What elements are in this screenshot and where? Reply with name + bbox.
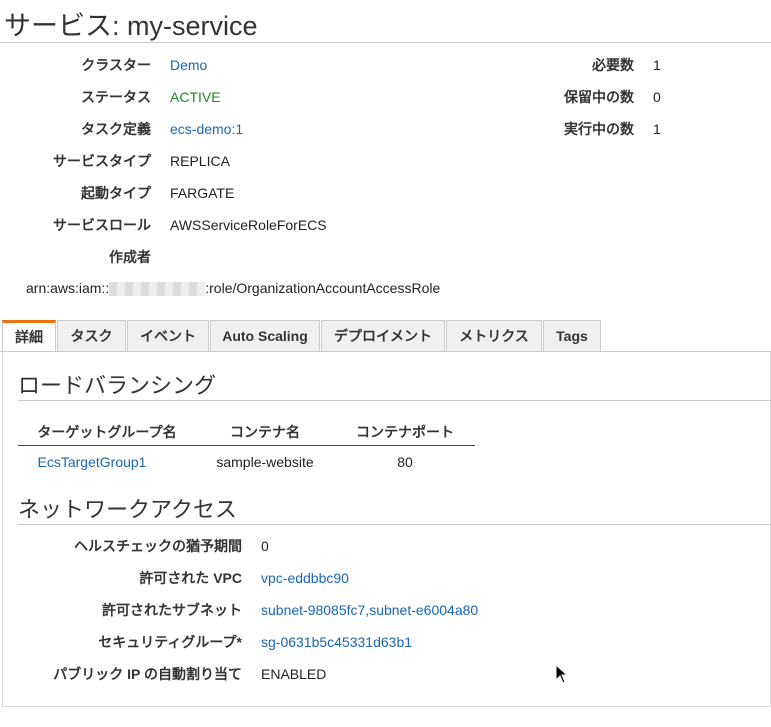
network-label: 許可された VPC bbox=[139, 570, 242, 586]
column-header-container-name: コンテナ名 bbox=[230, 424, 300, 440]
service-role-value: AWSServiceRoleForECS bbox=[170, 217, 327, 233]
tab-events[interactable]: イベント bbox=[127, 320, 209, 351]
vpc-link[interactable]: vpc-eddbbc90 bbox=[261, 568, 349, 588]
detail-label: サービスタイプ bbox=[53, 153, 151, 169]
column-header-target-group: ターゲットグループ名 bbox=[37, 424, 177, 440]
network-row-subnets: 許可されたサブネット subnet-98085fc7,subnet-e6004a… bbox=[0, 600, 478, 620]
tab-tags[interactable]: Tags bbox=[543, 320, 601, 351]
detail-row-created-by: 作成者 bbox=[0, 247, 151, 267]
container-name-cell: sample-website bbox=[216, 454, 314, 470]
creator-arn: arn:aws:iam:::role/OrganizationAccountAc… bbox=[26, 280, 441, 297]
table-header-rule bbox=[18, 445, 475, 446]
health-check-grace-value: 0 bbox=[261, 538, 269, 554]
section-divider bbox=[18, 524, 771, 525]
network-row-public-ip: パブリック IP の自動割り当て ENABLED bbox=[0, 664, 326, 684]
network-row-security-groups: セキュリティグループ* sg-0631b5c45331d63b1 bbox=[0, 632, 412, 652]
detail-row-running-count: 実行中の数 1 bbox=[0, 119, 661, 139]
public-ip-value: ENABLED bbox=[261, 666, 327, 682]
title-divider bbox=[0, 42, 771, 43]
container-port-cell: 80 bbox=[397, 454, 413, 470]
detail-label: 作成者 bbox=[109, 249, 151, 265]
column-header-container-port: コンテナポート bbox=[356, 424, 454, 440]
details-panel bbox=[2, 352, 771, 707]
detail-label: 必要数 bbox=[592, 57, 634, 73]
detail-row-launch-type: 起動タイプ FARGATE bbox=[0, 183, 234, 203]
load-balancing-heading: ロードバランシング bbox=[18, 373, 217, 398]
detail-row-service-role: サービスロール AWSServiceRoleForECS bbox=[0, 215, 327, 235]
detail-row-service-type: サービスタイプ REPLICA bbox=[0, 151, 230, 171]
network-row-vpc: 許可された VPC vpc-eddbbc90 bbox=[0, 568, 349, 588]
pending-count-value: 0 bbox=[653, 89, 661, 105]
network-label: パブリック IP の自動割り当て bbox=[53, 666, 242, 682]
detail-label: 実行中の数 bbox=[564, 121, 634, 137]
network-label: セキュリティグループ* bbox=[98, 634, 242, 650]
service-type-value: REPLICA bbox=[170, 153, 230, 169]
detail-row-pending-count: 保留中の数 0 bbox=[0, 87, 661, 107]
launch-type-value: FARGATE bbox=[170, 185, 235, 201]
desired-count-value: 1 bbox=[653, 57, 661, 73]
page-title: サービス: my-service bbox=[4, 11, 258, 41]
network-access-heading: ネットワークアクセス bbox=[18, 497, 237, 522]
running-count-value: 1 bbox=[653, 121, 661, 137]
detail-label: 保留中の数 bbox=[564, 89, 634, 105]
target-group-link[interactable]: EcsTargetGroup1 bbox=[22, 454, 162, 470]
mouse-cursor-icon bbox=[555, 664, 569, 684]
network-label: ヘルスチェックの猶予期間 bbox=[74, 538, 242, 554]
tab-details[interactable]: 詳細 bbox=[2, 320, 56, 352]
network-label: 許可されたサブネット bbox=[102, 602, 242, 618]
tab-deployments[interactable]: デプロイメント bbox=[321, 320, 445, 351]
security-group-link[interactable]: sg-0631b5c45331d63b1 bbox=[261, 632, 412, 652]
section-divider bbox=[18, 400, 771, 401]
tab-metrics[interactable]: メトリクス bbox=[446, 320, 542, 351]
detail-label: サービスロール bbox=[53, 217, 151, 233]
subnets-link[interactable]: subnet-98085fc7,subnet-e6004a80 bbox=[261, 600, 478, 620]
redacted-account-id bbox=[109, 282, 206, 297]
arn-suffix: :role/OrganizationAccountAccessRole bbox=[205, 280, 441, 296]
detail-row-desired-count: 必要数 1 bbox=[0, 55, 661, 75]
detail-label: 起動タイプ bbox=[81, 185, 151, 201]
network-row-health-check-grace: ヘルスチェックの猶予期間 0 bbox=[0, 536, 269, 556]
arn-prefix: arn:aws:iam:: bbox=[26, 280, 110, 296]
tab-auto-scaling[interactable]: Auto Scaling bbox=[210, 320, 320, 351]
tab-tasks[interactable]: タスク bbox=[57, 320, 126, 351]
